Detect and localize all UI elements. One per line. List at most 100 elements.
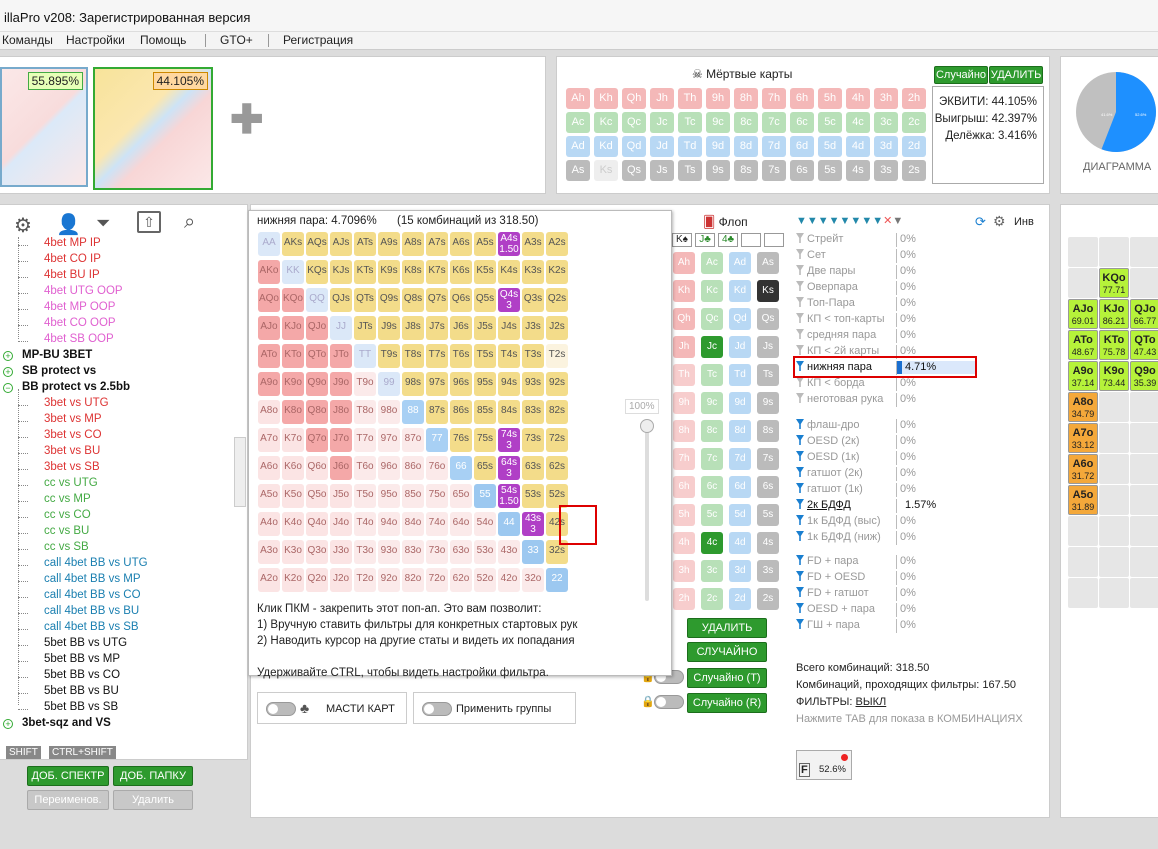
dead-card-Qc[interactable]: Qc (622, 112, 646, 133)
hand-cell-J9o[interactable]: J9o (330, 372, 352, 396)
dead-card-8s[interactable]: 8s (734, 160, 758, 181)
hand-cell-44[interactable]: 44 (498, 512, 520, 536)
dead-card-2c[interactable]: 2c (902, 112, 926, 133)
range-cell-KJo[interactable]: KJo 86.21 (1099, 299, 1129, 329)
dead-card-Qh[interactable]: Qh (622, 88, 646, 109)
menu-settings[interactable]: Настройки (66, 33, 125, 47)
tree-item[interactable]: 5bet BB vs MP (44, 653, 120, 665)
range-thumb-villain[interactable]: 44.105% (93, 67, 213, 190)
board-card-Ks[interactable]: Ks (757, 280, 779, 302)
hand-cell-Q6o[interactable]: Q6o (306, 456, 328, 480)
dead-card-9h[interactable]: 9h (706, 88, 730, 109)
filter-funnel-icon[interactable] (796, 393, 804, 403)
groups-toggle[interactable] (422, 702, 452, 716)
hand-cell-A5o[interactable]: A5o (258, 484, 280, 508)
tree-item[interactable]: 4bet MP OOP (44, 301, 115, 313)
range-cell-A5o[interactable]: A5o 31.89 (1068, 485, 1098, 515)
dead-card-4c[interactable]: 4c (846, 112, 870, 133)
hand-cell-JTo[interactable]: JTo (330, 344, 352, 368)
filter-funnel-icon[interactable] (796, 249, 804, 259)
hand-cell-QJo[interactable]: QJo (306, 316, 328, 340)
hand-cell-K9o[interactable]: K9o (282, 372, 304, 396)
hand-cell-A8o[interactable]: A8o (258, 400, 280, 424)
board-card-8s[interactable]: 8s (757, 420, 779, 442)
hand-cell-K2s[interactable]: K2s (546, 260, 568, 284)
dead-card-2s[interactable]: 2s (902, 160, 926, 181)
hand-cell-32o[interactable]: 32o (522, 568, 544, 592)
filter-3[interactable]: гатшот (2к) (796, 467, 863, 479)
hand-cell-KJo[interactable]: KJo (282, 316, 304, 340)
hand-cell-55[interactable]: 55 (474, 484, 496, 508)
board-card-Jc[interactable]: Jc (701, 336, 723, 358)
hand-cell-J4s[interactable]: J4s (498, 316, 520, 340)
dead-card-Jc[interactable]: Jc (650, 112, 674, 133)
hand-cell-AQo[interactable]: AQo (258, 288, 280, 312)
hand-cell-J7o[interactable]: J7o (330, 428, 352, 452)
tree-item[interactable]: 4bet BU IP (44, 269, 100, 281)
hand-cell-64s[interactable]: 64s 3 (498, 456, 520, 480)
filter-funnel-icon[interactable] (796, 265, 804, 275)
invert-label[interactable]: Инв (1014, 216, 1034, 228)
hand-cell-94s[interactable]: 94s (498, 372, 520, 396)
suits-toggle[interactable] (266, 702, 296, 716)
hand-cell-K7s[interactable]: K7s (426, 260, 448, 284)
range-cell-KTo[interactable]: KTo 75.78 (1099, 330, 1129, 360)
board-card-8c[interactable]: 8c (701, 420, 723, 442)
hand-cell-T7s[interactable]: T7s (426, 344, 448, 368)
hand-cell-T4s[interactable]: T4s (498, 344, 520, 368)
hand-cell-53o[interactable]: 53o (474, 540, 496, 564)
tree-item[interactable]: 5bet BB vs BU (44, 685, 119, 697)
ctrl-shift-key[interactable]: CTRL+SHIFT (49, 746, 116, 759)
tree-item[interactable]: 3bet vs MP (44, 413, 102, 425)
expand-icon[interactable]: + (3, 719, 13, 729)
dead-card-5c[interactable]: 5c (818, 112, 842, 133)
hand-cell-87s[interactable]: 87s (426, 400, 448, 424)
board-card-8h[interactable]: 8h (673, 420, 695, 442)
board-card-Th[interactable]: Th (673, 364, 695, 386)
board-card-6s[interactable]: 6s (757, 476, 779, 498)
hand-cell-A3s[interactable]: A3s (522, 232, 544, 256)
hand-cell-T8o[interactable]: T8o (354, 400, 376, 424)
delete-range-button[interactable]: Удалить (113, 790, 193, 810)
hand-cell-97s[interactable]: 97s (426, 372, 448, 396)
hand-cell-J8s[interactable]: J8s (402, 316, 424, 340)
filter-7[interactable]: 1к БДФД (ниж) (796, 531, 881, 543)
hand-cell-73o[interactable]: 73o (426, 540, 448, 564)
suits-toggle-box[interactable]: ♣ МАСТИ КАРТ (257, 692, 407, 724)
hand-cell-62s[interactable]: 62s (546, 456, 568, 480)
dead-card-3d[interactable]: 3d (874, 136, 898, 157)
hand-cell-J5o[interactable]: J5o (330, 484, 352, 508)
hand-cell-84s[interactable]: 84s (498, 400, 520, 424)
board-card-7c[interactable]: 7c (701, 448, 723, 470)
dead-card-Jh[interactable]: Jh (650, 88, 674, 109)
hand-cell-96s[interactable]: 96s (450, 372, 472, 396)
tree-item[interactable]: call 4bet BB vs UTG (44, 557, 148, 569)
tree-item[interactable]: 4bet UTG OOP (44, 285, 123, 297)
board-card-3s[interactable]: 3s (757, 560, 779, 582)
filter-funnel-icon[interactable] (796, 467, 804, 477)
hand-cell-92s[interactable]: 92s (546, 372, 568, 396)
hand-cell-62o[interactable]: 62o (450, 568, 472, 592)
flop-slot-2[interactable]: J♣ (695, 233, 715, 247)
hand-cell-Q3o[interactable]: Q3o (306, 540, 328, 564)
board-card-3c[interactable]: 3c (701, 560, 723, 582)
board-card-8d[interactable]: 8d (729, 420, 751, 442)
tree-item[interactable]: 3bet vs UTG (44, 397, 109, 409)
dead-card-8h[interactable]: 8h (734, 88, 758, 109)
random-t-button[interactable]: Случайно (T) (687, 668, 767, 688)
tree-item[interactable]: cc vs SB (44, 541, 89, 553)
random-r-button[interactable]: Случайно (R) (687, 693, 767, 713)
dead-card-Ac[interactable]: Ac (566, 112, 590, 133)
hand-cell-K7o[interactable]: K7o (282, 428, 304, 452)
groups-toggle-box[interactable]: Применить группы (413, 692, 576, 724)
hand-cell-98o[interactable]: 98o (378, 400, 400, 424)
filter-5[interactable]: 2к БДФД (796, 499, 851, 511)
filter-funnel-icon[interactable] (796, 281, 804, 291)
hand-cell-AKo[interactable]: AKo (258, 260, 280, 284)
dead-card-7h[interactable]: 7h (762, 88, 786, 109)
board-card-9h[interactable]: 9h (673, 392, 695, 414)
board-card-As[interactable]: As (757, 252, 779, 274)
range-cell-Q9o[interactable]: Q9o 35.39 (1130, 361, 1158, 391)
filter-funnel-icon[interactable] (796, 515, 804, 525)
dead-card-9d[interactable]: 9d (706, 136, 730, 157)
